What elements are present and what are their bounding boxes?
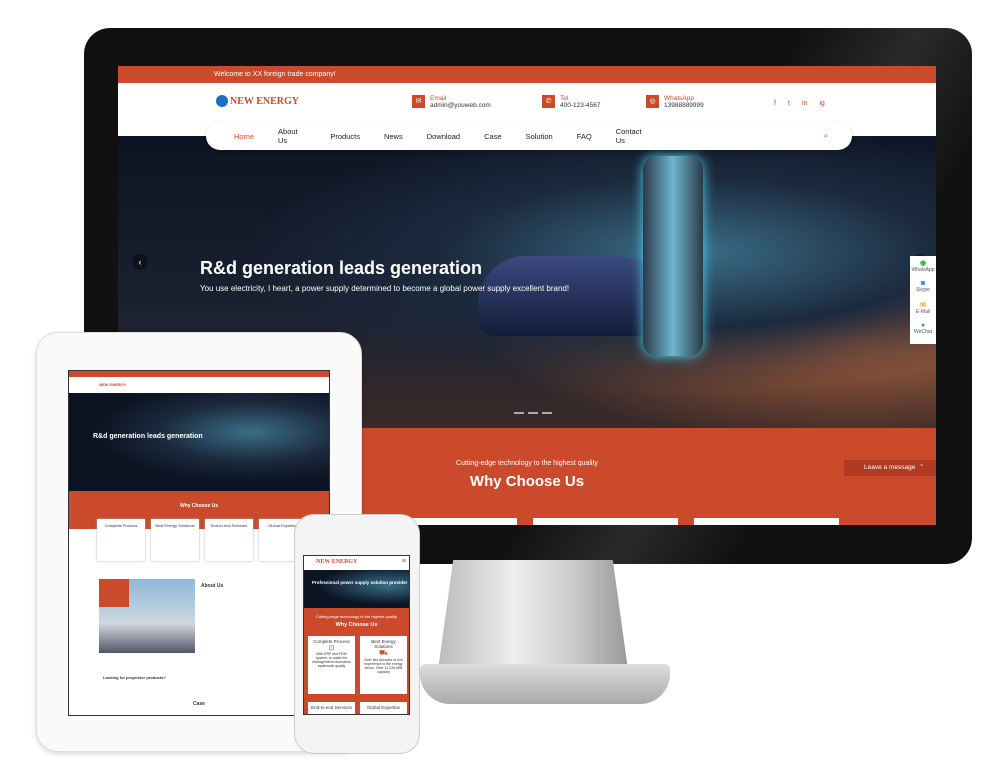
monitor-stand [438, 560, 628, 670]
side-wechat[interactable]: ● WeChat [910, 322, 936, 343]
nav-download[interactable]: Download [427, 132, 460, 141]
contact-email[interactable]: ✉ Email admin@youweb.com [412, 95, 491, 109]
hero-subtitle: You use electricity, I heart, a power su… [200, 284, 570, 293]
welcome-text: Welcome to XX foreign trade company! [118, 66, 936, 83]
prev-arrow-icon[interactable]: ‹ [132, 254, 148, 270]
menu-icon[interactable]: ≡ [402, 558, 406, 565]
nav-case[interactable]: Case [484, 132, 502, 141]
nav-news[interactable]: News [384, 132, 403, 141]
whatsapp-icon: ◎ [646, 95, 659, 108]
nav-about[interactable]: About Us [278, 127, 306, 145]
nav-products[interactable]: Products [330, 132, 360, 141]
nav-contact[interactable]: Contact Us [616, 127, 650, 145]
slider-dots[interactable] [514, 412, 552, 414]
hero-title: R&d generation leads generation [200, 258, 483, 278]
tablet-screen: NEW ENERGY R&d generation leads generati… [68, 370, 330, 716]
twitter-icon[interactable]: t [788, 100, 790, 107]
facebook-icon[interactable]: f [774, 100, 776, 107]
search-icon[interactable]: ⌕ [824, 131, 828, 141]
phone-screen: NEW ENERGY ≡ Professional power supply so… [303, 555, 410, 715]
tablet-hero-title: R&d generation leads generation [93, 433, 203, 440]
nav-home[interactable]: Home [234, 132, 254, 141]
side-skype[interactable]: ◙ Skype [910, 280, 936, 301]
linkedin-icon[interactable]: in [802, 100, 807, 107]
side-tools: ◉ WhatsApp ◙ Skype ✉ E-Mail ● WeChat [910, 256, 936, 344]
phone-icon: ✆ [542, 95, 555, 108]
nav-solution[interactable]: Solution [526, 132, 553, 141]
leave-message-button[interactable]: Leave a message ⌃ [844, 460, 936, 476]
side-whatsapp[interactable]: ◉ WhatsApp [910, 259, 936, 280]
email-icon: ✉ [412, 95, 425, 108]
charger-image [643, 156, 703, 356]
nav-faq[interactable]: FAQ [577, 132, 592, 141]
logo[interactable]: NEW ENERGY [216, 95, 299, 107]
social-links: f t in ig [774, 100, 825, 107]
contact-whatsapp[interactable]: ◎ WhatsApp 13988889999 [646, 95, 704, 109]
monitor-base [420, 664, 670, 704]
instagram-icon[interactable]: ig [819, 100, 824, 107]
side-email[interactable]: ✉ E-Mail [910, 301, 936, 322]
contact-tel[interactable]: ✆ Tel 400-123-4567 [542, 95, 600, 109]
logo-icon [216, 95, 228, 107]
main-nav: Home About Us Products News Download Cas… [206, 122, 852, 150]
